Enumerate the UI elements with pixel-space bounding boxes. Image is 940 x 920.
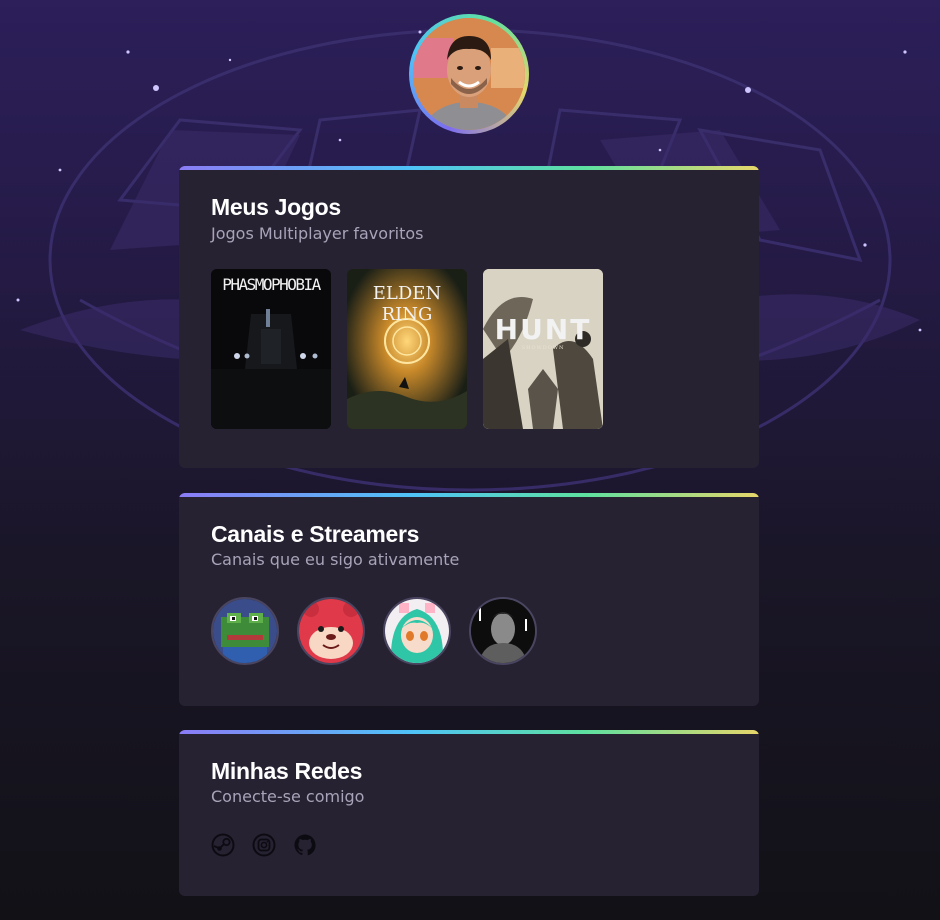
game-subtitle-showdown: SHOWDOWN <box>521 345 565 351</box>
channels-subtitle: Canais que eu sigo ativamente <box>211 550 460 569</box>
games-title: Meus Jogos <box>211 194 341 220</box>
channels-list <box>211 597 537 665</box>
profile-avatar[interactable] <box>409 14 529 134</box>
steam-icon[interactable] <box>211 833 235 857</box>
social-card: Minhas Redes Conecte-se comigo <box>179 730 759 896</box>
channel-avatar-red-bear[interactable] <box>297 597 365 665</box>
games-subtitle: Jogos Multiplayer favoritos <box>211 224 424 243</box>
game-cover-phasmophobia[interactable]: PHASMOPHOBIA <box>211 269 331 429</box>
channel-avatar-bw-portrait[interactable] <box>469 597 537 665</box>
social-title: Minhas Redes <box>211 758 363 784</box>
game-title-hunt: HUNT <box>494 313 592 346</box>
channels-card: Canais e Streamers Canais que eu sigo at… <box>179 493 759 706</box>
social-subtitle: Conecte-se comigo <box>211 787 365 806</box>
social-links <box>211 833 317 857</box>
profile-photo <box>413 18 525 130</box>
game-title-elden-ring: ELDEN RING <box>372 283 442 325</box>
channel-avatar-frog[interactable] <box>211 597 279 665</box>
channels-title: Canais e Streamers <box>211 521 420 547</box>
games-list: PHASMOPHOBIA ELDEN RING HUNT SHOWDOWN <box>211 269 603 429</box>
game-title-phasmophobia: PHASMOPHOBIA <box>222 275 321 294</box>
channel-avatar-anime-girl[interactable] <box>383 597 451 665</box>
game-cover-hunt-showdown[interactable]: HUNT SHOWDOWN <box>483 269 603 429</box>
github-icon[interactable] <box>293 833 317 857</box>
game-cover-elden-ring[interactable]: ELDEN RING <box>347 269 467 429</box>
instagram-icon[interactable] <box>252 833 276 857</box>
games-card: Meus Jogos Jogos Multiplayer favoritos P… <box>179 166 759 468</box>
